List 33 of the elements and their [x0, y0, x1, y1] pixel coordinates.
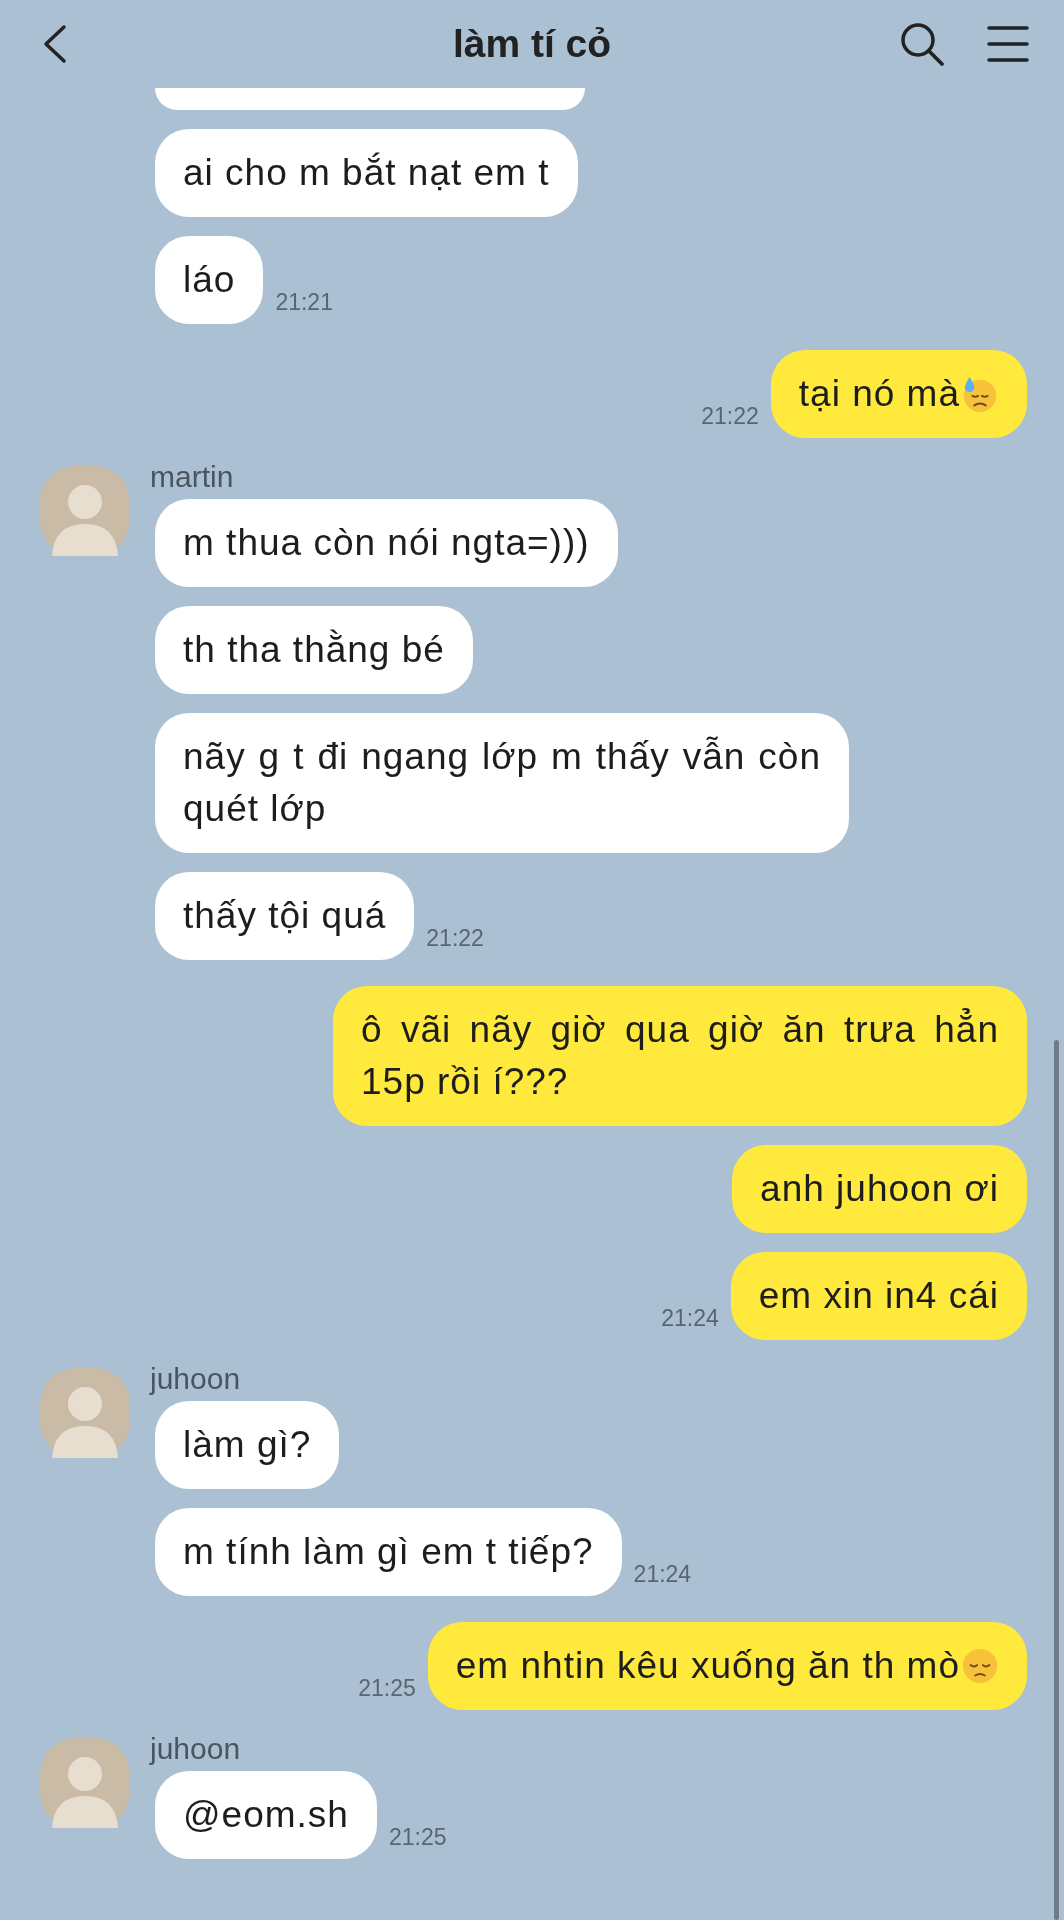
message-text: em xin in4 cái: [758, 1274, 999, 1318]
message-text: ô vãi nãy giờ qua giờ ăn trưa hẳn 15p rồi í???: [361, 1007, 999, 1104]
menu-icon[interactable]: [987, 25, 1029, 63]
message-text: @eom.sh: [183, 1793, 349, 1837]
avatar[interactable]: [40, 466, 130, 556]
avatar[interactable]: [40, 1368, 130, 1458]
message-text: em nhtin kêu xuống ăn th mò: [455, 1644, 960, 1688]
sender-name: juhoon: [150, 1362, 242, 1396]
sweat-face-icon: [961, 375, 999, 413]
message-time: 21:21: [275, 289, 333, 317]
message-time: 21:24: [633, 1561, 692, 1589]
message-time: 21:25: [388, 1824, 447, 1852]
sender-name: juhoon: [150, 1732, 242, 1766]
message-time: 21:22: [701, 403, 759, 431]
search-icon[interactable]: [899, 21, 945, 67]
message-text: ai cho m bắt nạt em t: [183, 151, 550, 195]
message-text: nãy g t đi ngang lớp m thấy vẫn còn quét lớp: [183, 735, 821, 831]
message-text: m thua còn nói ngta=))): [183, 521, 590, 565]
message-text: thấy tội quá: [183, 894, 387, 938]
message-text: làm gì?: [183, 1423, 312, 1467]
message-time: 21:24: [661, 1305, 719, 1333]
message-text: tại nó mà: [798, 372, 960, 416]
message-text: m tính làm gì em t tiếp?: [183, 1530, 594, 1574]
message-text: anh juhoon ơi: [760, 1167, 999, 1211]
chat-title: làm tí cỏ: [452, 22, 612, 66]
sender-name: martin: [150, 460, 235, 494]
sad-face-icon: [961, 1647, 999, 1685]
message-time: 21:22: [426, 925, 484, 953]
scrollbar[interactable]: [1054, 1040, 1059, 1920]
message-text: láo: [183, 258, 236, 302]
message-text: th tha thằng bé: [183, 628, 445, 672]
avatar[interactable]: [40, 1738, 130, 1828]
message-time: 21:25: [358, 1675, 416, 1703]
